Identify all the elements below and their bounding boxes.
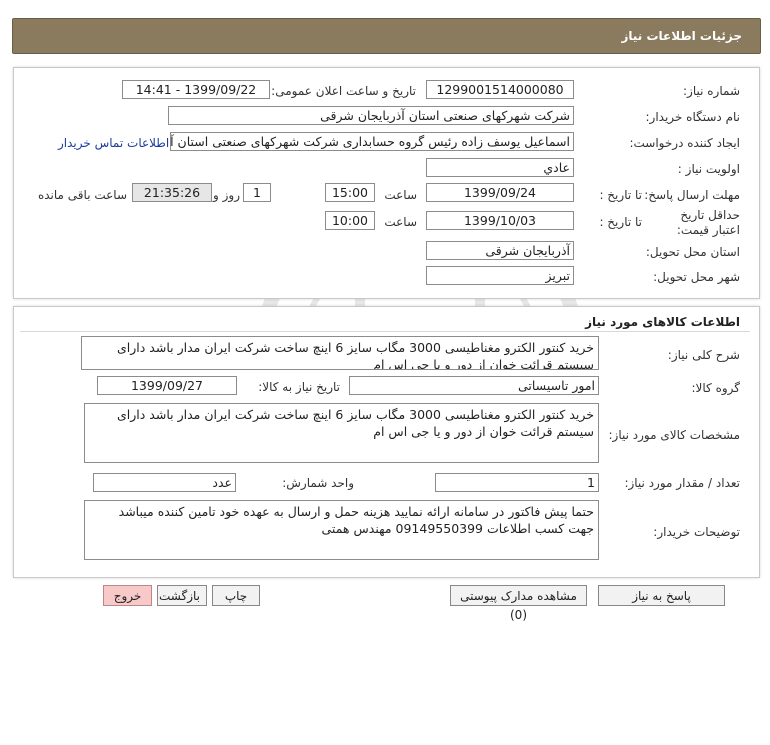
province-field: آذربایجان شرقی <box>426 241 574 260</box>
buyer-contact-link[interactable]: اطلاعات تماس خریدار <box>58 136 169 150</box>
page-header: جزئیات اطلاعات نیاز <box>12 18 761 54</box>
summary-field: خرید کنتور الکترو مغناطیسی 3000 مگاب سای… <box>81 336 599 370</box>
deadline-label: مهلت ارسال پاسخ: <box>644 188 740 202</box>
quantity-field: 1 <box>435 473 599 492</box>
unit-label: واحد شمارش: <box>282 476 354 490</box>
back-button[interactable]: بازگشت <box>157 585 207 606</box>
exit-button[interactable]: خروج <box>103 585 152 606</box>
goods-divider <box>20 331 750 332</box>
buyer-notes-field: حتما پیش فاکتور در سامانه ارائه نمایید ه… <box>84 500 599 560</box>
summary-label: شرح کلی نیاز: <box>667 348 740 362</box>
deadline-time-field: 15:00 <box>325 183 375 202</box>
validity-date-field: 1399/10/03 <box>426 211 574 230</box>
attachments-button[interactable]: مشاهده مدارک پیوستی (0) <box>450 585 587 622</box>
time-remaining-field: 21:35:26 <box>132 183 212 202</box>
need-date-label: تاریخ نیاز به کالا: <box>258 380 340 394</box>
city-field: تبریز <box>426 266 574 285</box>
announce-date-label: تاریخ و ساعت اعلان عمومی: <box>271 84 416 98</box>
days-remaining-field: 1 <box>243 183 271 202</box>
days-label: روز و <box>213 188 240 202</box>
validity-time-label: ساعت <box>384 215 417 229</box>
reply-button[interactable]: پاسخ به نیاز <box>598 585 725 606</box>
print-button[interactable]: چاپ <box>212 585 260 606</box>
requester-field: اسماعیل یوسف زاده رئیس گروه حسابداری شرک… <box>170 132 574 151</box>
need-info-panel <box>13 67 760 299</box>
buyer-notes-label: توضیحات خریدار: <box>653 525 740 539</box>
announce-date-field: 1399/09/22 - 14:41 <box>122 80 270 99</box>
validity-time-field: 10:00 <box>325 211 375 230</box>
goods-group-field: امور تاسیساتی <box>349 376 599 395</box>
unit-field: عدد <box>93 473 236 492</box>
requester-label: ایجاد کننده درخواست: <box>629 136 740 150</box>
goods-group-label: گروه کالا: <box>691 381 741 395</box>
buyer-label: نام دستگاه خریدار: <box>645 110 741 124</box>
priority-label: اولویت نیاز : <box>677 162 740 176</box>
city-label: شهر محل تحویل: <box>653 270 740 284</box>
deadline-to-date-label: تا تاریخ : <box>599 188 642 202</box>
validity-label: حداقل تاریخ اعتبار قیمت: <box>676 208 740 237</box>
province-label: استان محل تحویل: <box>645 245 740 259</box>
need-number-field: 1299001514000080 <box>426 80 574 99</box>
deadline-time-label: ساعت <box>384 188 417 202</box>
priority-field: عادي <box>426 158 574 177</box>
need-number-label: شماره نیاز: <box>683 84 740 98</box>
goods-section-title: اطلاعات کالاهای مورد نیاز <box>585 315 740 329</box>
quantity-label: تعداد / مقدار مورد نیاز: <box>624 476 740 490</box>
validity-to-date-label: تا تاریخ : <box>599 215 642 229</box>
page-title: جزئیات اطلاعات نیاز <box>621 29 742 43</box>
deadline-date-field: 1399/09/24 <box>426 183 574 202</box>
specs-field: خرید کنتور الکترو مغناطیسی 3000 مگاب سای… <box>84 403 599 463</box>
need-date-field: 1399/09/27 <box>97 376 237 395</box>
specs-label: مشخصات کالای مورد نیاز: <box>608 428 740 442</box>
buyer-field: شرکت شهرکهای صنعتی استان آذربایجان شرقی <box>168 106 574 125</box>
time-remaining-label: ساعت باقی مانده <box>37 188 127 202</box>
